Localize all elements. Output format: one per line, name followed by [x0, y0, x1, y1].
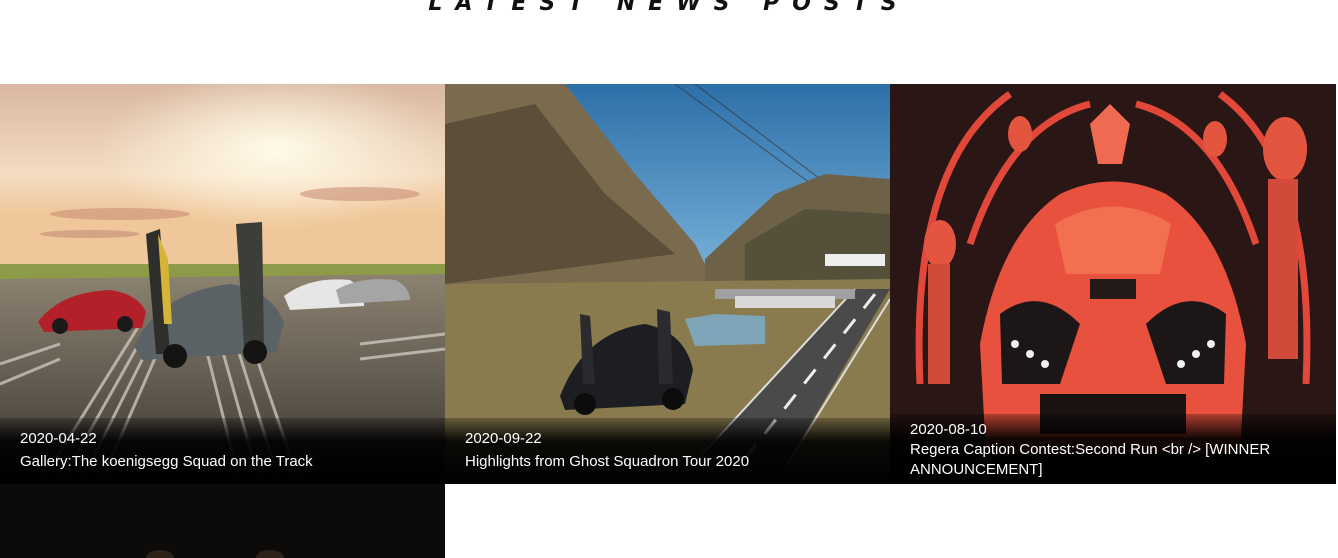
news-date: 2020-08-10	[910, 421, 987, 438]
news-title[interactable]: Regera Caption Contest:Second Run <br />…	[910, 440, 1300, 480]
news-caption: 2020-08-10 Regera Caption Contest:Second…	[890, 414, 1336, 484]
news-image[interactable]	[0, 484, 445, 558]
news-card[interactable]	[0, 484, 445, 558]
news-caption: 2020-09-22 Highlights from Ghost Squadro…	[445, 418, 890, 484]
news-card[interactable]: 2020-08-10 Regera Caption Contest:Second…	[890, 84, 1336, 484]
news-date: 2020-09-22	[465, 430, 542, 447]
news-grid: 2020-04-22 Gallery:The koenigsegg Squad …	[0, 84, 1338, 558]
news-card[interactable]: 2020-09-22 Highlights from Ghost Squadro…	[445, 84, 890, 484]
news-caption: 2020-04-22 Gallery:The koenigsegg Squad …	[0, 418, 445, 484]
news-title[interactable]: Gallery:The koenigsegg Squad on the Trac…	[20, 452, 409, 472]
news-date: 2020-04-22	[20, 430, 97, 447]
news-card[interactable]: 2020-04-22 Gallery:The koenigsegg Squad …	[0, 84, 445, 484]
news-title[interactable]: Highlights from Ghost Squadron Tour 2020	[465, 452, 854, 472]
section-title: LATEST NEWS POSTS	[428, 0, 910, 16]
